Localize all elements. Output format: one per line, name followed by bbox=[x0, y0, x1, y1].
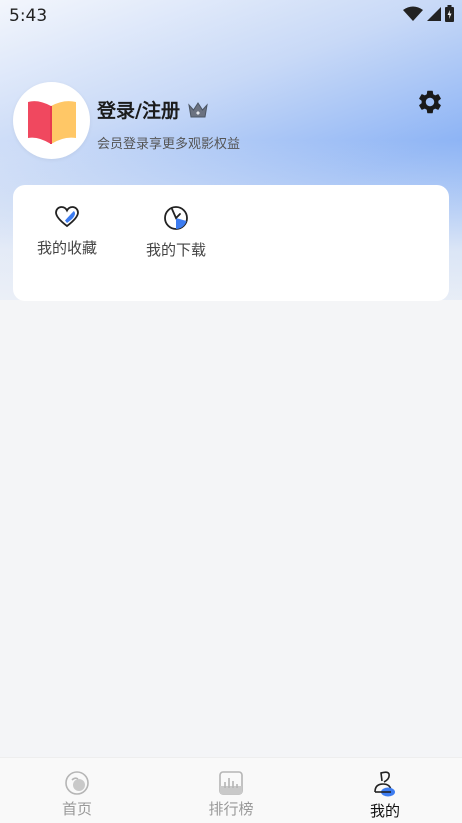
heart-icon bbox=[55, 206, 79, 228]
favorites-button[interactable]: 我的收藏 bbox=[27, 205, 107, 258]
bottom-nav: 首页 排行榜 我的 bbox=[0, 757, 462, 823]
login-subtitle: 会员登录享更多观影权益 bbox=[97, 137, 241, 152]
battery-icon bbox=[445, 5, 454, 22]
nav-ranking[interactable]: 排行榜 bbox=[191, 771, 271, 819]
status-bar: 5:43 bbox=[0, 0, 462, 32]
crown-icon bbox=[188, 101, 208, 117]
login-register-link[interactable]: 登录/注册 bbox=[97, 96, 208, 123]
login-title: 登录/注册 bbox=[97, 100, 180, 122]
nav-home-label: 首页 bbox=[61, 800, 92, 818]
cell-signal-icon bbox=[427, 7, 441, 21]
nav-home[interactable]: 首页 bbox=[37, 771, 117, 819]
favorites-label: 我的收藏 bbox=[36, 239, 97, 257]
avatar[interactable] bbox=[13, 82, 90, 159]
nav-ranking-label: 排行榜 bbox=[208, 800, 254, 818]
nav-profile[interactable]: 我的 bbox=[345, 771, 425, 821]
wifi-icon bbox=[403, 6, 423, 21]
nav-profile-label: 我的 bbox=[369, 802, 400, 820]
ranking-icon bbox=[219, 771, 243, 795]
book-logo-icon bbox=[28, 101, 76, 144]
downloads-button[interactable]: 我的下载 bbox=[136, 205, 216, 260]
profile-icon bbox=[374, 771, 395, 797]
home-icon bbox=[65, 771, 89, 795]
downloads-label: 我的下载 bbox=[145, 241, 206, 259]
status-time: 5:43 bbox=[9, 6, 48, 26]
status-icons bbox=[403, 5, 454, 22]
quick-actions-card: 我的收藏 我的下载 bbox=[13, 185, 449, 301]
download-icon bbox=[164, 206, 188, 230]
gear-icon[interactable] bbox=[416, 88, 444, 116]
